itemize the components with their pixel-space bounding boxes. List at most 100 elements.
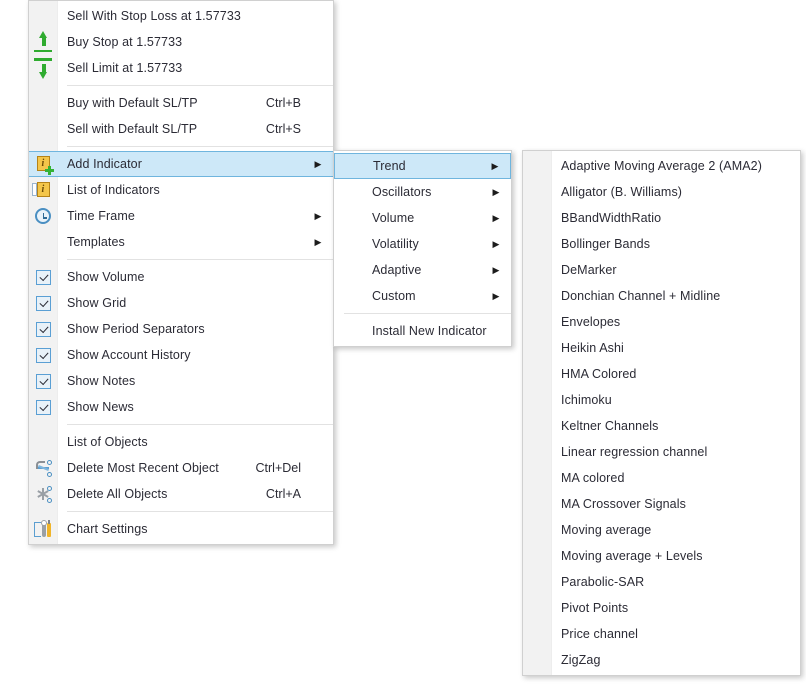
menu-item-label: Custom	[362, 289, 489, 303]
menu-item-label: Delete All Objects	[57, 487, 242, 501]
menu-item-ma-crossover-signals[interactable]: MA Crossover Signals	[523, 491, 800, 517]
menu-item-delete-all-objects[interactable]: Delete All ObjectsCtrl+A	[29, 481, 333, 507]
menu-item-delete-most-recent-object[interactable]: Delete Most Recent ObjectCtrl+Del	[29, 455, 333, 481]
icon-placeholder	[523, 231, 551, 257]
menu-item-label: BBandWidthRatio	[551, 211, 778, 225]
menu-item-moving-average[interactable]: Moving average	[523, 517, 800, 543]
icon-placeholder	[523, 309, 551, 335]
clock-glyph	[35, 208, 51, 224]
menu-item-label: Linear regression channel	[551, 445, 778, 459]
menu-item-label: Keltner Channels	[551, 419, 778, 433]
menu-item-label: Show News	[57, 400, 311, 414]
menu-item-show-grid[interactable]: Show Grid	[29, 290, 333, 316]
menu-item-shortcut: Ctrl+A	[242, 487, 311, 501]
checkbox-icon	[29, 316, 57, 342]
menu-item-bollinger-bands[interactable]: Bollinger Bands	[523, 231, 800, 257]
icon-placeholder	[523, 621, 551, 647]
menu-item-install-new-indicator[interactable]: Install New Indicator	[334, 318, 511, 344]
menu-item-show-period-separators[interactable]: Show Period Separators	[29, 316, 333, 342]
menu-item-keltner-channels[interactable]: Keltner Channels	[523, 413, 800, 439]
menu-item-heikin-ashi[interactable]: Heikin Ashi	[523, 335, 800, 361]
menu-item-label: Show Period Separators	[57, 322, 311, 336]
menu-item-parabolic-sar[interactable]: Parabolic-SAR	[523, 569, 800, 595]
menu-item-oscillators[interactable]: Oscillators▶	[334, 179, 511, 205]
checkbox-checked-icon[interactable]	[36, 348, 51, 363]
scissors-star-glyph	[35, 486, 52, 503]
menu-separator	[344, 313, 511, 314]
icon-placeholder	[334, 283, 362, 309]
menu-item-sell-with-stop-loss-at-1-57733[interactable]: Sell With Stop Loss at 1.57733	[29, 3, 333, 29]
menu-item-demarker[interactable]: DeMarker	[523, 257, 800, 283]
checkbox-checked-icon[interactable]	[36, 322, 51, 337]
checkbox-icon	[29, 290, 57, 316]
list-of-indicators-glyph	[35, 182, 52, 199]
menu-item-show-account-history[interactable]: Show Account History	[29, 342, 333, 368]
menu-item-donchian-channel-midline[interactable]: Donchian Channel + Midline	[523, 283, 800, 309]
add-indicator-submenu[interactable]: Trend▶Oscillators▶Volume▶Volatility▶Adap…	[333, 150, 512, 347]
icon-placeholder	[523, 543, 551, 569]
icon-placeholder	[523, 569, 551, 595]
menu-item-label: Donchian Channel + Midline	[551, 289, 778, 303]
submenu-chevron-right-icon: ▶	[489, 188, 503, 197]
menu-item-chart-settings[interactable]: Chart Settings	[29, 516, 333, 542]
menu-item-buy-with-default-sl-tp[interactable]: Buy with Default SL/TPCtrl+B	[29, 90, 333, 116]
menu-item-label: Chart Settings	[57, 522, 311, 536]
trend-indicators-submenu[interactable]: Adaptive Moving Average 2 (AMA2) Alligato…	[522, 150, 801, 676]
menu-item-bbandwidthratio[interactable]: BBandWidthRatio	[523, 205, 800, 231]
submenu-chevron-right-icon: ▶	[311, 212, 325, 221]
delete-all-objects-icon	[29, 481, 57, 507]
menu-item-label: Templates	[57, 235, 311, 249]
menu-item-hma-colored[interactable]: HMA Colored	[523, 361, 800, 387]
menu-item-label: Trend	[363, 159, 488, 173]
menu-item-shortcut: Ctrl+B	[242, 96, 311, 110]
menu-item-volume[interactable]: Volume▶	[334, 205, 511, 231]
menu-item-envelopes[interactable]: Envelopes	[523, 309, 800, 335]
menu-item-time-frame[interactable]: Time Frame▶	[29, 203, 333, 229]
icon-placeholder	[29, 3, 57, 29]
menu-item-sell-with-default-sl-tp[interactable]: Sell with Default SL/TPCtrl+S	[29, 116, 333, 142]
menu-item-label: Sell With Stop Loss at 1.57733	[57, 9, 311, 23]
menu-item-custom[interactable]: Custom▶	[334, 283, 511, 309]
menu-item-price-channel[interactable]: Price channel	[523, 621, 800, 647]
menu-item-show-news[interactable]: Show News	[29, 394, 333, 420]
checkbox-checked-icon[interactable]	[36, 270, 51, 285]
menu-item-list-of-objects[interactable]: List of Objects	[29, 429, 333, 455]
menu-item-show-notes[interactable]: Show Notes	[29, 368, 333, 394]
menu-item-adaptive-moving-average-2-ama2[interactable]: Adaptive Moving Average 2 (AMA2)	[523, 153, 800, 179]
menu-item-add-indicator[interactable]: Add Indicator▶	[29, 151, 333, 177]
menu-item-linear-regression-channel[interactable]: Linear regression channel	[523, 439, 800, 465]
menu-separator	[67, 511, 333, 512]
menu-item-list-of-indicators[interactable]: List of Indicators	[29, 177, 333, 203]
chart-context-menu[interactable]: Sell With Stop Loss at 1.57733 Buy Stop a…	[28, 0, 334, 545]
icon-placeholder	[334, 318, 362, 344]
menu-item-ichimoku[interactable]: Ichimoku	[523, 387, 800, 413]
checkbox-checked-icon[interactable]	[36, 400, 51, 415]
menu-item-show-volume[interactable]: Show Volume	[29, 264, 333, 290]
menu-item-ma-colored[interactable]: MA colored	[523, 465, 800, 491]
tools-glyph	[34, 521, 52, 538]
menu-item-buy-stop-at-1-57733[interactable]: Buy Stop at 1.57733	[29, 29, 333, 55]
menu-item-label: MA colored	[551, 471, 778, 485]
checkbox-checked-icon[interactable]	[36, 374, 51, 389]
menu-item-label: Show Grid	[57, 296, 311, 310]
green-up-arrow-icon-glyph	[30, 31, 56, 53]
checkbox-checked-icon[interactable]	[36, 296, 51, 311]
menu-item-sell-limit-at-1-57733[interactable]: Sell Limit at 1.57733	[29, 55, 333, 81]
menu-item-volatility[interactable]: Volatility▶	[334, 231, 511, 257]
icon-placeholder	[523, 413, 551, 439]
menu-item-moving-average-levels[interactable]: Moving average + Levels	[523, 543, 800, 569]
checkbox-icon	[29, 264, 57, 290]
menu-item-zigzag[interactable]: ZigZag	[523, 647, 800, 673]
menu-item-templates[interactable]: Templates▶	[29, 229, 333, 255]
menu-item-alligator-b-williams[interactable]: Alligator (B. Williams)	[523, 179, 800, 205]
submenu-chevron-right-icon: ▶	[488, 162, 502, 171]
submenu-chevron-right-icon: ▶	[311, 238, 325, 247]
menu-item-trend[interactable]: Trend▶	[334, 153, 511, 179]
menu-item-label: Sell with Default SL/TP	[57, 122, 242, 136]
menu-item-pivot-points[interactable]: Pivot Points	[523, 595, 800, 621]
menu-item-label: ZigZag	[551, 653, 778, 667]
menu-item-label: Volume	[362, 211, 489, 225]
menu-item-adaptive[interactable]: Adaptive▶	[334, 257, 511, 283]
menu-item-label: Alligator (B. Williams)	[551, 185, 778, 199]
green-down-arrow-icon-glyph	[30, 57, 56, 79]
